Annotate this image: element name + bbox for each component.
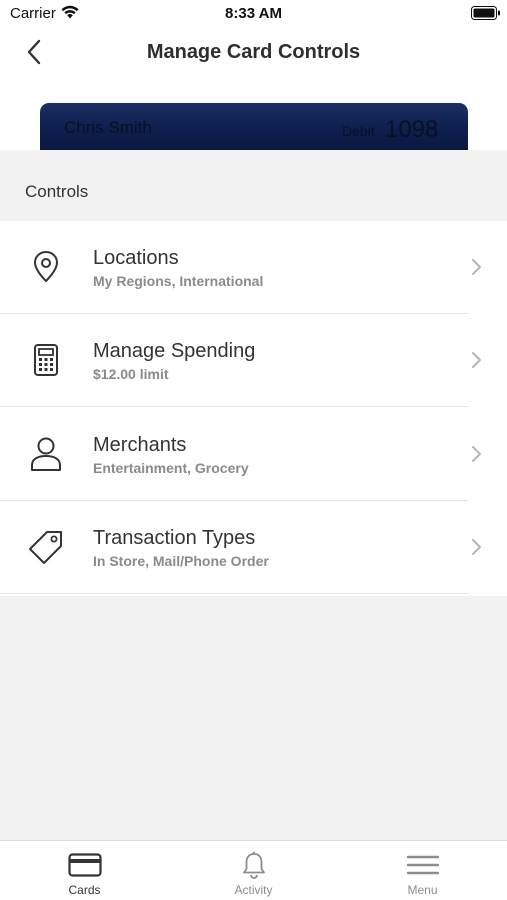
- bell-icon: [241, 851, 267, 879]
- control-subtitle: My Regions, International: [93, 273, 264, 289]
- section-header: Controls: [0, 150, 507, 221]
- card-type: Debit: [342, 123, 375, 139]
- control-row-manage-spending[interactable]: Manage Spending $12.00 limit: [0, 314, 507, 407]
- chevron-right-icon: [470, 444, 482, 469]
- controls-list: Locations My Regions, International Mana…: [0, 221, 507, 596]
- control-title: Locations: [93, 247, 179, 269]
- control-row-merchants[interactable]: Merchants Entertainment, Grocery: [0, 408, 507, 501]
- chevron-right-icon: [470, 257, 482, 282]
- section-label: Controls: [25, 182, 89, 201]
- status-bar: Carrier 8:33 AM: [0, 0, 507, 30]
- calculator-icon: [26, 340, 66, 380]
- card-holder-name: Chris Smith: [64, 118, 152, 137]
- control-title: Merchants: [93, 434, 187, 456]
- menu-icon: [406, 851, 439, 879]
- tab-cards[interactable]: Cards: [0, 841, 169, 900]
- tag-icon: [26, 527, 66, 567]
- location-pin-icon: [26, 247, 66, 287]
- control-title: Manage Spending: [93, 340, 256, 362]
- debit-card[interactable]: Chris Smith Debit 1098: [40, 103, 468, 151]
- person-icon: [26, 434, 66, 474]
- card-last-four: 1098: [385, 116, 439, 143]
- battery-icon: [471, 6, 501, 25]
- divider: [0, 593, 468, 594]
- card-icon: [67, 851, 102, 879]
- divider: [0, 406, 468, 407]
- tab-bar: Cards Activity Menu: [0, 840, 507, 900]
- page-title: Manage Card Controls: [146, 41, 361, 63]
- chevron-right-icon: [470, 537, 482, 562]
- control-row-transaction-types[interactable]: Transaction Types In Store, Mail/Phone O…: [0, 501, 507, 594]
- control-subtitle: Entertainment, Grocery: [93, 460, 249, 476]
- control-row-locations[interactable]: Locations My Regions, International: [0, 221, 507, 314]
- control-subtitle: In Store, Mail/Phone Order: [93, 553, 269, 569]
- tab-menu[interactable]: Menu: [338, 841, 507, 900]
- chevron-right-icon: [470, 350, 482, 375]
- nav-bar: Manage Card Controls Chris Smith Debit 1…: [0, 30, 507, 151]
- tab-label: Activity: [234, 883, 273, 897]
- control-subtitle: $12.00 limit: [93, 366, 169, 382]
- tab-activity[interactable]: Activity: [169, 841, 338, 900]
- status-time: 8:33 AM: [225, 5, 282, 22]
- tab-label: Menu: [407, 883, 438, 897]
- control-title: Transaction Types: [93, 527, 256, 549]
- tab-label: Cards: [68, 883, 101, 897]
